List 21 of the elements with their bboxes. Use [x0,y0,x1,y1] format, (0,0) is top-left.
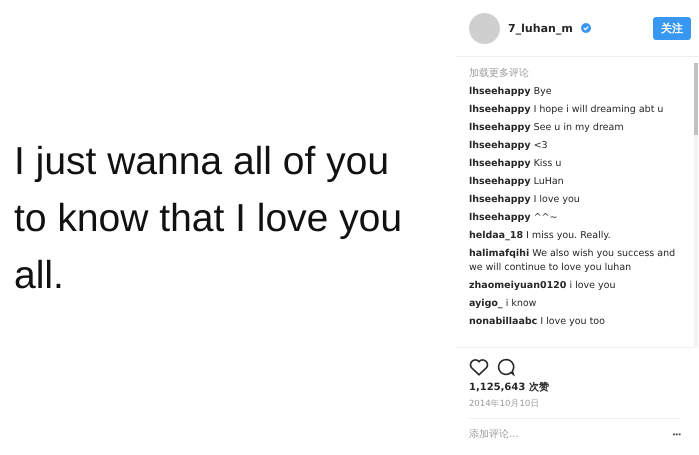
comment: lhseehappy LuHan [469,175,565,189]
comment: nonabillaabc I love you too [469,315,606,329]
comment: lhseehappy Kiss u [469,157,562,171]
comment: lhseehappy ^^~ [469,211,558,225]
comment: lhseehappy See u in my dream [469,121,625,135]
username[interactable]: 7_luhan_m [508,22,573,34]
comment-icon[interactable] [497,358,515,376]
scrollbar[interactable] [694,63,698,347]
comment: halimafqihi We also wish you success and we will continue to love you luhan [469,247,676,275]
comment: lhseehappy I hope i will dreaming abt u [469,103,664,117]
post-image-text: I just wanna all of you to know that I love you all. [14,139,404,299]
like-count: 1,125,643 次赞 [469,380,550,394]
post-date: 2014年10月10日 [469,398,681,419]
comment: lhseehappy <3 [469,139,549,153]
more-options-button[interactable]: ••• [672,430,681,439]
comment: heldaa_18 I miss you. Really. [469,229,612,243]
comment: zhaomeiyuan0120 i love you [469,279,616,293]
heart-icon[interactable] [469,358,489,376]
comment: ayigo_ i know [469,297,538,311]
comment: lhseehappy I love you [469,193,581,207]
comment: lhseehappy Bye [469,85,553,99]
